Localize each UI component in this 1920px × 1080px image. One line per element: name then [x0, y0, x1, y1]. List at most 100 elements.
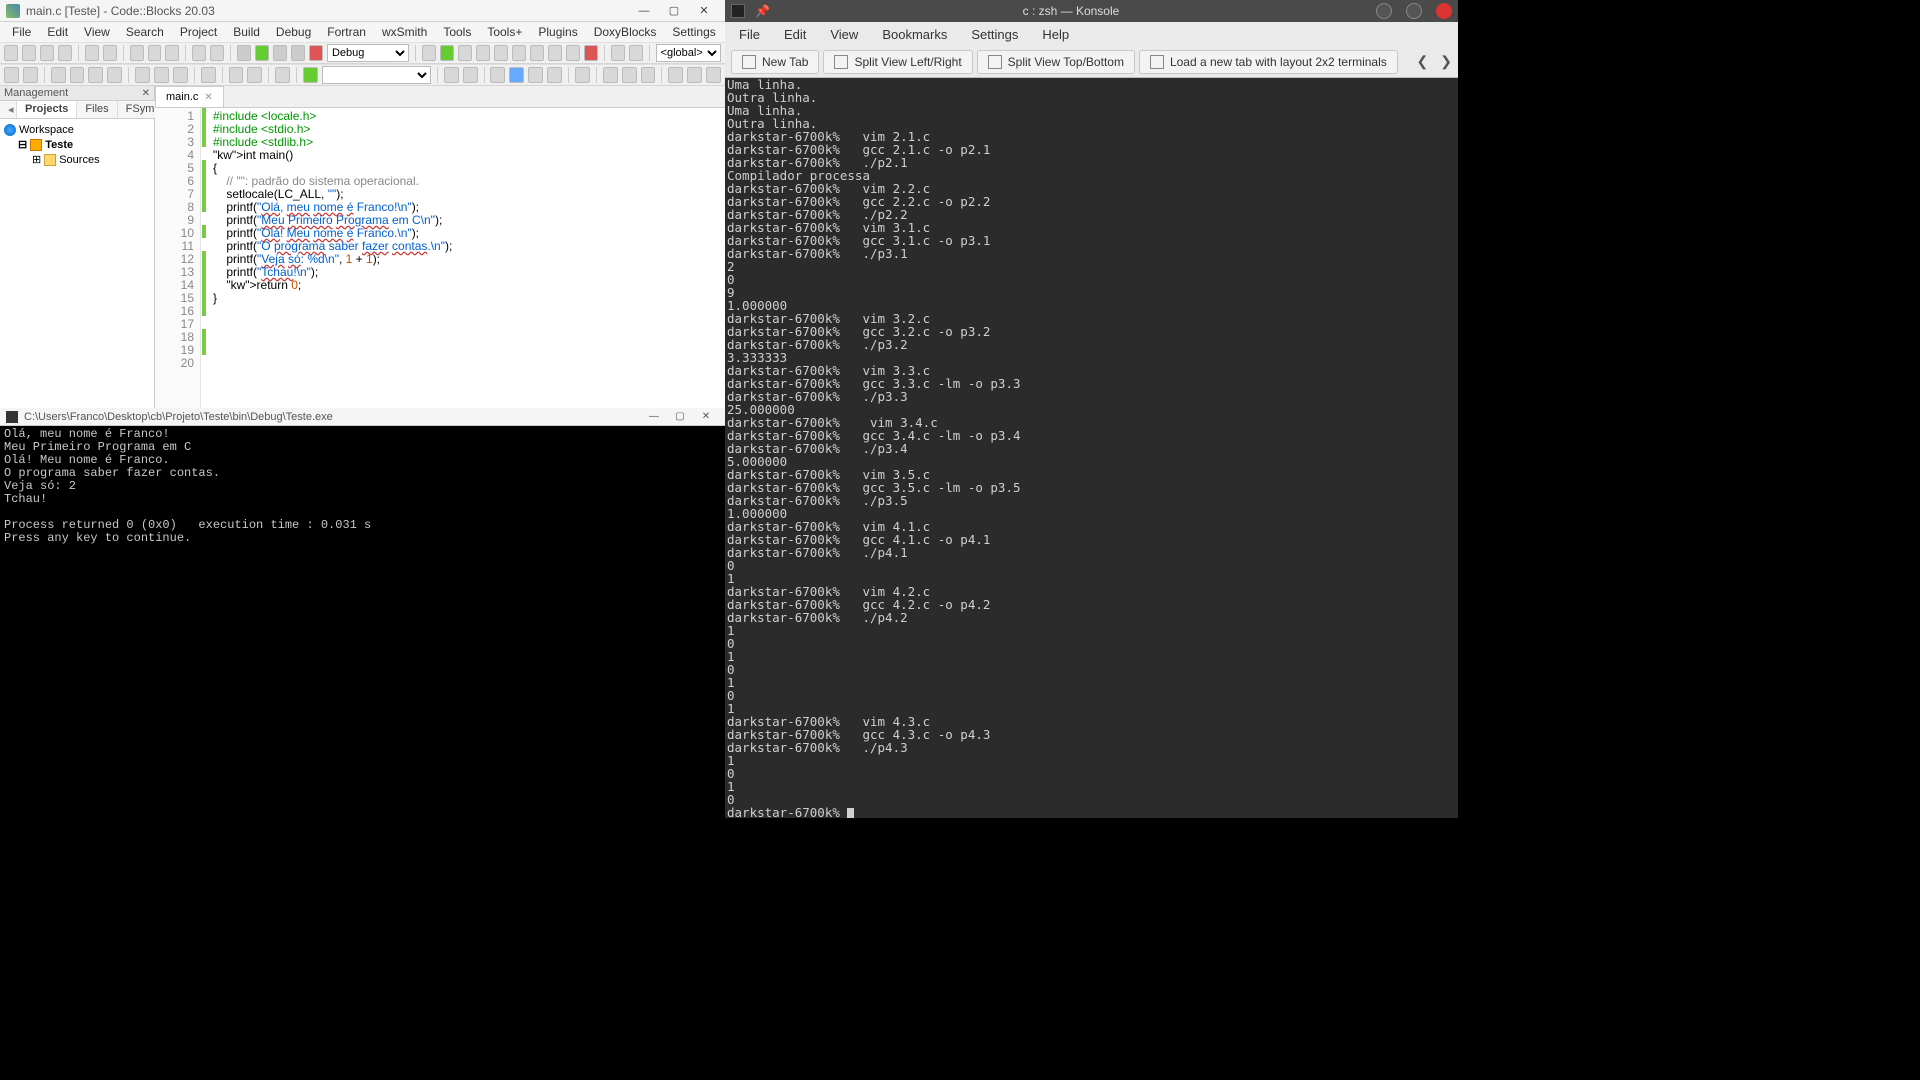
editor-tab-mainc[interactable]: main.c ✕ — [155, 86, 224, 107]
build-target-select[interactable]: Debug — [327, 44, 409, 62]
find-icon[interactable] — [192, 45, 206, 61]
case-icon[interactable] — [528, 67, 543, 83]
tab-nav-next-icon[interactable]: ❯ — [1440, 53, 1452, 70]
prev-func-icon[interactable] — [444, 67, 459, 83]
debug-toolbar-icon[interactable] — [422, 45, 436, 61]
debug-step-instr-icon[interactable] — [548, 45, 562, 61]
copy-icon[interactable] — [148, 45, 162, 61]
cb-menu-view[interactable]: View — [76, 23, 118, 41]
management-tree[interactable]: Workspace ⊟ Teste ⊞ Sources — [0, 119, 154, 408]
dox-a-icon[interactable] — [603, 67, 618, 83]
bookmark-toggle-icon[interactable] — [51, 67, 66, 83]
debug-break-icon[interactable] — [566, 45, 580, 61]
new-file-icon[interactable] — [4, 45, 18, 61]
tree-workspace[interactable]: Workspace — [4, 123, 150, 137]
pin-icon[interactable]: 📌 — [755, 4, 770, 18]
undo-icon[interactable] — [85, 45, 99, 61]
cb-menu-project[interactable]: Project — [172, 23, 225, 41]
editor-area[interactable]: 1234567891011121314151617181920 #include… — [155, 108, 725, 408]
mgmt-tab-files[interactable]: Files — [77, 101, 117, 118]
split-top-bottom-button[interactable]: Split View Top/Bottom — [977, 50, 1135, 74]
dox-chm-icon[interactable] — [706, 67, 721, 83]
debug-stop-icon[interactable] — [584, 45, 598, 61]
debug-run-to-cursor-icon[interactable] — [458, 45, 472, 61]
nav-back-icon[interactable] — [4, 67, 19, 83]
cb-menu-wxsmith[interactable]: wxSmith — [374, 23, 435, 41]
dox-c-icon[interactable] — [641, 67, 656, 83]
cb-menu-tools[interactable]: Tools+ — [479, 23, 530, 41]
build-run-icon[interactable] — [273, 45, 287, 61]
replace-icon[interactable] — [210, 45, 224, 61]
mgmt-tabs-scroll-left[interactable]: ◂ — [0, 101, 17, 118]
misc-tool-icon[interactable] — [201, 67, 216, 83]
select-tool-icon[interactable] — [575, 67, 590, 83]
debug-next-instr-icon[interactable] — [530, 45, 544, 61]
konsole-close-button[interactable] — [1436, 3, 1452, 19]
konsole-menu-view[interactable]: View — [818, 24, 870, 45]
dox-run-icon[interactable] — [668, 67, 683, 83]
debug-start-icon[interactable] — [440, 45, 454, 61]
cb-menu-build[interactable]: Build — [225, 23, 268, 41]
cb-menu-edit[interactable]: Edit — [39, 23, 76, 41]
dox-b-icon[interactable] — [622, 67, 637, 83]
doxy-block-icon[interactable] — [154, 67, 169, 83]
debug-next-line-icon[interactable] — [476, 45, 490, 61]
konsole-titlebar[interactable]: 📌 c : zsh — Konsole — [725, 0, 1458, 22]
open-file-icon[interactable] — [22, 45, 36, 61]
konsole-menu-bookmarks[interactable]: Bookmarks — [870, 24, 959, 45]
cb-titlebar[interactable]: main.c [Teste] - Code::Blocks 20.03 — ▢ … — [0, 0, 725, 22]
dox-html-icon[interactable] — [687, 67, 702, 83]
redo-icon[interactable] — [103, 45, 117, 61]
tree-folder[interactable]: ⊞ Sources — [32, 152, 150, 167]
konsole-terminal[interactable]: Uma linha. Outra linha. Uma linha. Outra… — [725, 78, 1458, 818]
cb-menu-settings[interactable]: Settings — [664, 23, 723, 41]
cb-menu-search[interactable]: Search — [118, 23, 172, 41]
highlight-icon[interactable] — [490, 67, 505, 83]
symbol-select[interactable] — [322, 66, 431, 84]
paste-icon[interactable] — [165, 45, 179, 61]
cb-menu-tools[interactable]: Tools — [435, 23, 479, 41]
jump-forward-icon[interactable] — [247, 67, 262, 83]
doxy-line-icon[interactable] — [173, 67, 188, 83]
tree-project[interactable]: ⊟ Teste — [18, 137, 150, 152]
run-icon[interactable] — [255, 45, 269, 61]
konsole-menu-help[interactable]: Help — [1030, 24, 1081, 45]
konsole-menu-edit[interactable]: Edit — [772, 24, 818, 45]
cb-menu-plugins[interactable]: Plugins — [530, 23, 585, 41]
cb-menu-debug[interactable]: Debug — [268, 23, 319, 41]
build-icon[interactable] — [237, 45, 251, 61]
cb-minimize-button[interactable]: — — [629, 2, 659, 20]
debug-info-icon[interactable] — [629, 45, 643, 61]
konsole-minimize-button[interactable] — [1376, 3, 1392, 19]
editor-tab-close-icon[interactable]: ✕ — [204, 92, 212, 103]
next-func-icon[interactable] — [463, 67, 478, 83]
cb-menu-doxyblocks[interactable]: DoxyBlocks — [586, 23, 665, 41]
console-close-button[interactable]: ✕ — [693, 411, 719, 422]
save-all-icon[interactable] — [58, 45, 72, 61]
new-tab-button[interactable]: New Tab — [731, 50, 819, 74]
tab-nav-prev-icon[interactable]: ❮ — [1417, 53, 1429, 70]
rebuild-icon[interactable] — [291, 45, 305, 61]
console-output[interactable]: Olá, meu nome é Franco! Meu Primeiro Pro… — [0, 426, 725, 1080]
layout-2x2-button[interactable]: Load a new tab with layout 2x2 terminals — [1139, 50, 1398, 74]
doxy-comment-icon[interactable] — [135, 67, 150, 83]
goto-icon[interactable] — [275, 67, 290, 83]
save-icon[interactable] — [40, 45, 54, 61]
cb-maximize-button[interactable]: ▢ — [659, 2, 689, 20]
jump-back-icon[interactable] — [229, 67, 244, 83]
console-maximize-button[interactable]: ▢ — [667, 411, 693, 422]
nav-forward-icon[interactable] — [23, 67, 38, 83]
cb-menu-fortran[interactable]: Fortran — [319, 23, 374, 41]
regex-icon[interactable] — [547, 67, 562, 83]
bookmark-prev-icon[interactable] — [70, 67, 85, 83]
konsole-menu-settings[interactable]: Settings — [959, 24, 1030, 45]
debug-step-out-icon[interactable] — [512, 45, 526, 61]
cut-icon[interactable] — [130, 45, 144, 61]
console-titlebar[interactable]: C:\Users\Franco\Desktop\cb\Projeto\Teste… — [0, 408, 725, 426]
selection-icon[interactable] — [509, 67, 524, 83]
cb-close-button[interactable]: ✕ — [689, 2, 719, 20]
bookmark-clear-icon[interactable] — [107, 67, 122, 83]
bookmark-next-icon[interactable] — [88, 67, 103, 83]
scope-select[interactable]: <global> — [656, 44, 721, 62]
mgmt-tab-projects[interactable]: Projects — [17, 101, 77, 118]
